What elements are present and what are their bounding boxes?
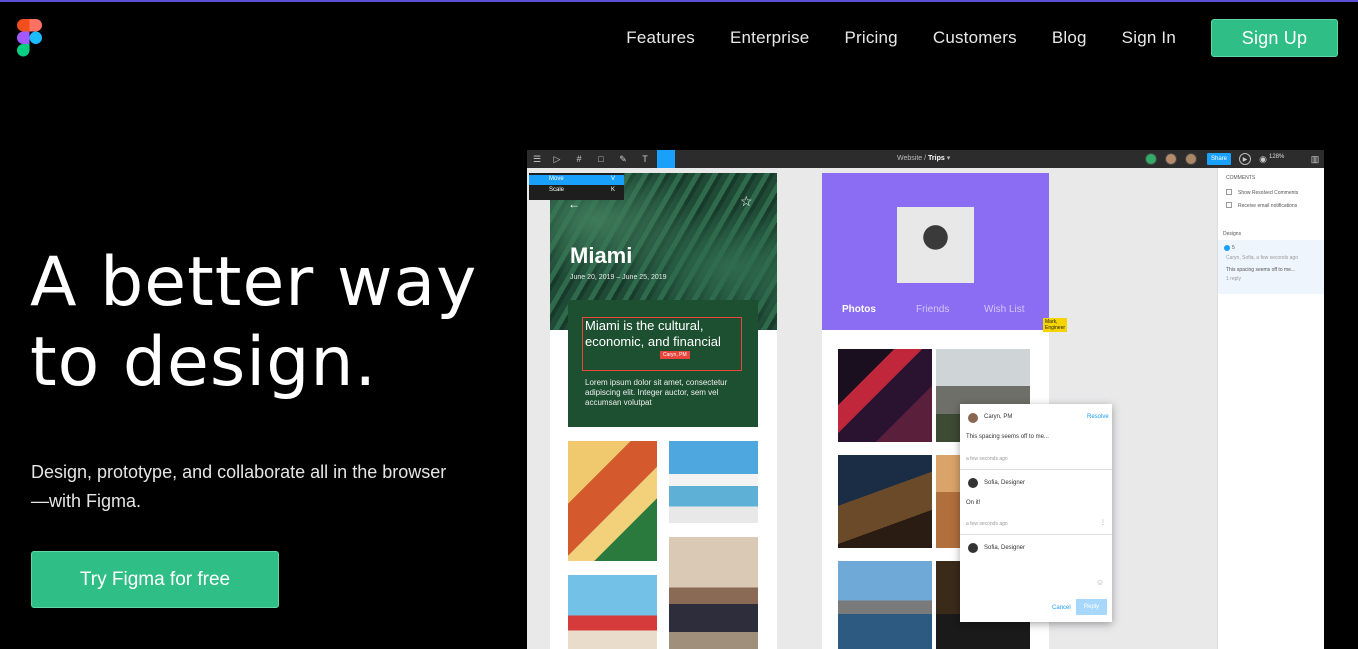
selection-box bbox=[582, 317, 742, 371]
tab-photos: Photos bbox=[842, 304, 876, 315]
comment-thread-popup: Caryn, PM Resolve This spacing seems off… bbox=[960, 404, 1112, 622]
avatar bbox=[1145, 153, 1157, 165]
comment-author: Caryn, PM bbox=[984, 414, 1013, 420]
frame-trip-detail: ← ☆ Miami June 20, 2019 – June 25, 2019 … bbox=[550, 173, 777, 649]
menu-item-move: Move V bbox=[529, 175, 624, 185]
text-tool-icon: T bbox=[642, 154, 648, 164]
profile-portrait bbox=[897, 207, 974, 283]
sign-up-button[interactable]: Sign Up bbox=[1211, 19, 1338, 57]
menu-key: K bbox=[611, 187, 616, 193]
comments-panel: COMMENTS Show Resolved Comments Receive … bbox=[1217, 168, 1324, 649]
option-label: Receive email notifications bbox=[1238, 203, 1298, 209]
comment-tool-icon bbox=[657, 150, 675, 168]
section-label: Designs bbox=[1223, 231, 1242, 237]
tab-friends: Friends bbox=[916, 304, 950, 315]
nav-enterprise-link[interactable]: Enterprise bbox=[730, 28, 809, 48]
comment-text: This spacing seems off to me... bbox=[966, 434, 1049, 440]
breadcrumb: Website / Trips ▾ bbox=[897, 155, 951, 162]
cancel-button: Cancel bbox=[1052, 605, 1071, 611]
figma-logo-icon[interactable] bbox=[17, 19, 42, 57]
photo-person bbox=[669, 537, 758, 649]
comment-author: Sofia, Designer bbox=[984, 480, 1026, 486]
nav-customers-link[interactable]: Customers bbox=[933, 28, 1017, 48]
tool-dropdown: Move V Scale K bbox=[529, 173, 624, 200]
avatar bbox=[1165, 153, 1177, 165]
hero-title-line1: A better way bbox=[30, 243, 478, 322]
menu-key: V bbox=[611, 176, 616, 182]
menu-item-scale: Scale K bbox=[529, 186, 624, 196]
photo-beach bbox=[669, 441, 758, 523]
hero-title-line2: to design. bbox=[30, 323, 378, 402]
resolve-button: Resolve bbox=[1087, 414, 1109, 420]
panel-heading: COMMENTS bbox=[1226, 175, 1256, 181]
nav-sign-in-link[interactable]: Sign In bbox=[1122, 28, 1176, 48]
emoji-icon: ☺ bbox=[1096, 578, 1105, 587]
editor-toolbar: ☰ ▷ # □ ✎ T Website / Trips ▾ Share ▶ ◉ … bbox=[527, 150, 1324, 168]
menu-label: Scale bbox=[549, 187, 565, 193]
zoom-level: 128% bbox=[1269, 154, 1285, 160]
comment-author: Sofia, Designer bbox=[984, 545, 1026, 551]
cursor-tag-caryn: Caryn, PM bbox=[660, 351, 690, 359]
top-accent-line bbox=[0, 0, 1358, 2]
photo-building bbox=[568, 441, 657, 561]
top-nav: Features Enterprise Pricing Customers Bl… bbox=[626, 19, 1338, 57]
info-card: Miami is the cultural, economic, and fin… bbox=[568, 300, 758, 427]
pen-tool-icon: ✎ bbox=[619, 154, 627, 164]
photo-rock bbox=[838, 455, 932, 548]
tab-wish-list: Wish List bbox=[984, 304, 1025, 315]
card-body: Lorem ipsum dolor sit amet, consectetur … bbox=[585, 378, 728, 407]
hero-title: A better way to design. bbox=[30, 243, 477, 403]
avatar bbox=[968, 413, 978, 423]
divider bbox=[960, 469, 1112, 470]
breadcrumb-parent: Website bbox=[897, 155, 923, 162]
divider bbox=[960, 534, 1112, 535]
frame-tool-icon: # bbox=[576, 154, 582, 164]
trip-dates: June 20, 2019 – June 25, 2019 bbox=[570, 274, 667, 281]
move-tool-icon: ▷ bbox=[553, 154, 561, 164]
comment-time: a few seconds ago bbox=[966, 521, 1008, 527]
editor-screenshot: ☰ ▷ # □ ✎ T Website / Trips ▾ Share ▶ ◉ … bbox=[527, 150, 1324, 649]
eye-icon: ◉ bbox=[1259, 154, 1267, 164]
nav-blog-link[interactable]: Blog bbox=[1052, 28, 1087, 48]
thread-dot bbox=[1224, 245, 1230, 251]
reply-button: Reply bbox=[1076, 599, 1107, 615]
avatar bbox=[1185, 153, 1197, 165]
city-title: Miami bbox=[570, 243, 633, 268]
breadcrumb-current: Trips bbox=[928, 155, 945, 162]
share-button: Share bbox=[1207, 153, 1231, 165]
nav-features-link[interactable]: Features bbox=[626, 28, 695, 48]
avatar bbox=[968, 478, 978, 488]
photo-neon bbox=[838, 349, 932, 442]
checkbox-show-resolved bbox=[1226, 189, 1232, 195]
cursor-tag-mark: Mark, Engineer bbox=[1043, 318, 1068, 332]
thread-text: This spacing seems off to me... bbox=[1226, 267, 1296, 273]
checkbox-email bbox=[1226, 202, 1232, 208]
thread-people: Caryn, Sofia, a few seconds ago bbox=[1226, 255, 1298, 261]
nav-pricing-link[interactable]: Pricing bbox=[844, 28, 897, 48]
option-label: Show Resolved Comments bbox=[1238, 190, 1299, 196]
more-icon: ⋮ bbox=[1100, 520, 1106, 526]
panel-toggle-icon: ▥ bbox=[1310, 154, 1320, 164]
play-icon: ▶ bbox=[1239, 153, 1251, 165]
photo-bridge bbox=[838, 561, 932, 649]
thread-number: 5 bbox=[1232, 245, 1235, 251]
hero-subtitle: Design, prototype, and collaborate all i… bbox=[31, 462, 447, 511]
comment-time: a few seconds ago bbox=[966, 456, 1008, 462]
avatar bbox=[968, 543, 978, 553]
menu-label: Move bbox=[549, 176, 564, 182]
menu-icon: ☰ bbox=[532, 154, 542, 164]
comment-text: On it! bbox=[966, 500, 981, 506]
shape-tool-icon: □ bbox=[598, 154, 604, 164]
try-figma-button[interactable]: Try Figma for free bbox=[31, 551, 279, 608]
photo-lifeguard bbox=[568, 575, 657, 649]
thread-replies: 1 reply bbox=[1226, 276, 1242, 282]
star-icon: ☆ bbox=[740, 193, 753, 209]
